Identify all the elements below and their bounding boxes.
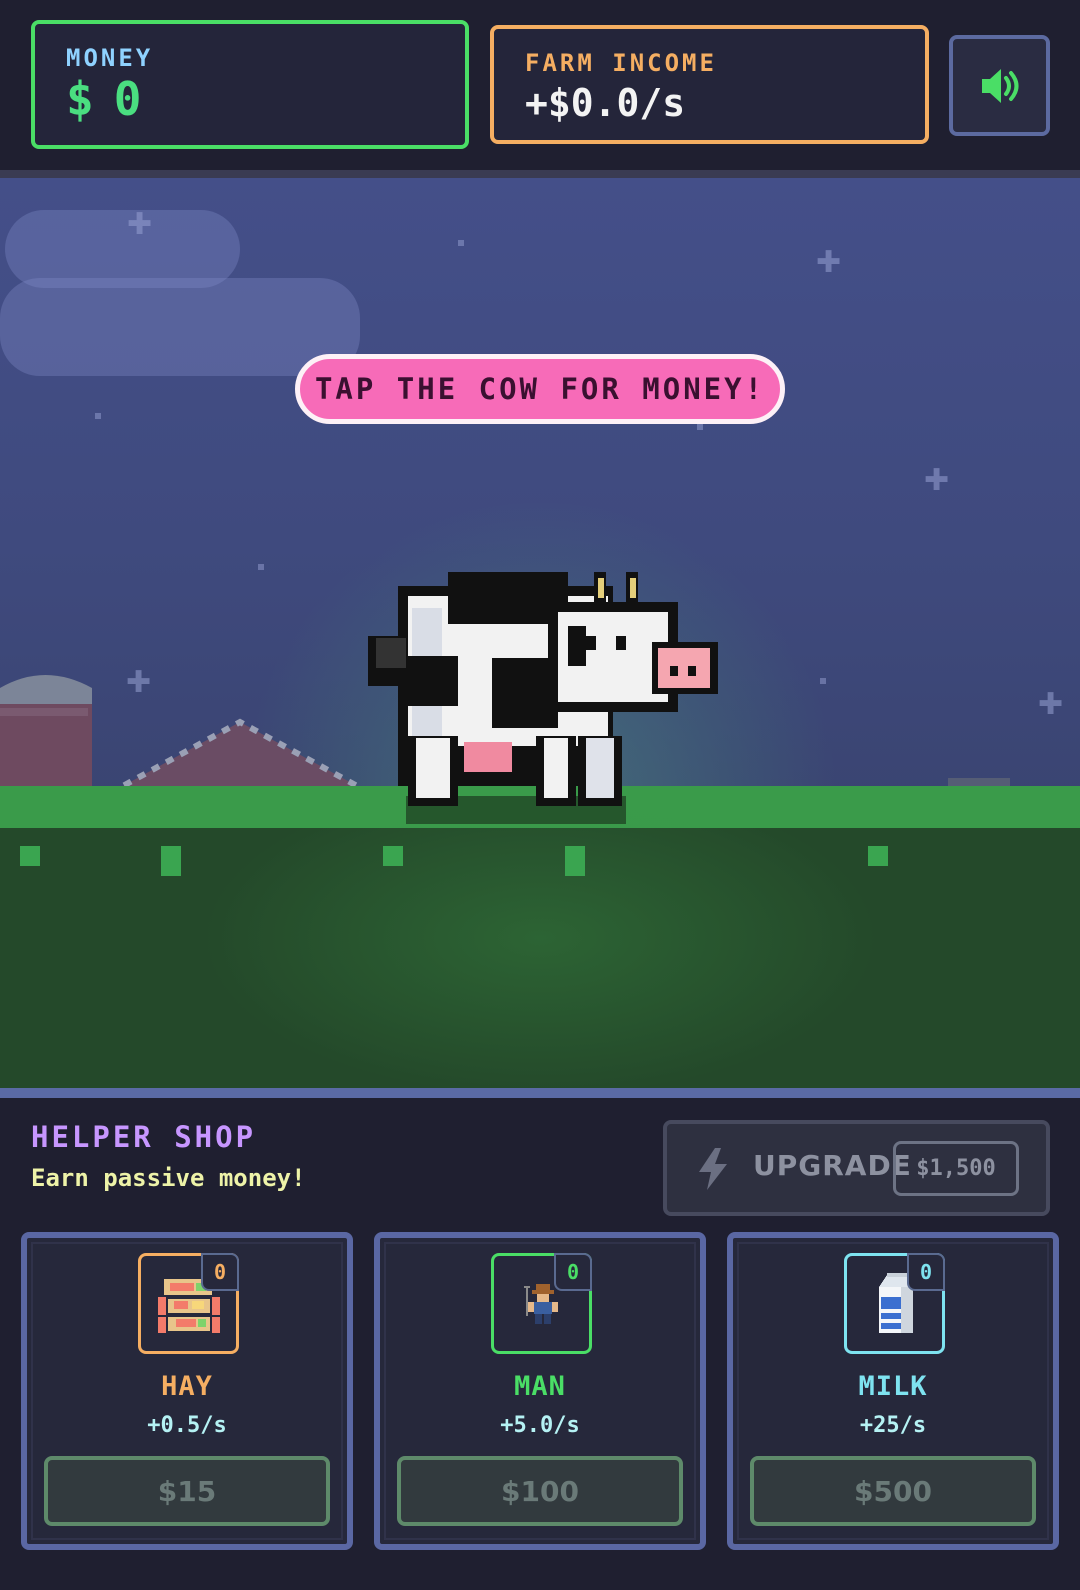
- cow-clicker[interactable]: [368, 566, 728, 828]
- helper-shop: HELPER SHOP Earn passive money! UPGRADE …: [0, 1098, 1080, 1590]
- money-currency: $: [66, 72, 96, 126]
- man-count: 0: [554, 1253, 592, 1291]
- scene-divider: [0, 1088, 1080, 1098]
- milk-count: 0: [907, 1253, 945, 1291]
- grass-tuft: [383, 846, 403, 866]
- upgrade-label: UPGRADE: [753, 1149, 912, 1182]
- farm-income-panel: FARM INCOME +$0.0/s: [490, 25, 929, 144]
- man-name: MAN: [514, 1371, 566, 1402]
- cloud: [0, 278, 360, 376]
- man-icon-frame: 0: [491, 1253, 592, 1354]
- grass-tuft: [565, 846, 585, 876]
- hay-count: 0: [201, 1253, 239, 1291]
- money-panel: MONEY $0: [31, 20, 469, 149]
- shop-title: HELPER SHOP: [31, 1120, 257, 1154]
- lightning-icon: [699, 1148, 727, 1190]
- man-rate: +5.0/s: [500, 1413, 580, 1438]
- upgrade-price: $1,500: [893, 1141, 1019, 1196]
- top-bar: MONEY $0 FARM INCOME +$0.0/s: [0, 0, 1080, 170]
- barn-silhouette: [0, 675, 372, 793]
- farm-scene: ✚ ✚ ✚ ✚ ✚ TAP THE COW FOR MONEY!: [0, 170, 1080, 1088]
- speaker-icon: [981, 68, 1018, 103]
- grass-tuft: [868, 846, 888, 866]
- fence-piece: [948, 778, 1010, 786]
- milk-name: MILK: [858, 1371, 928, 1402]
- star-icon: ✚: [816, 245, 842, 280]
- grass-tuft: [161, 846, 181, 876]
- hay-name: HAY: [161, 1371, 213, 1402]
- sound-toggle-button[interactable]: [949, 35, 1050, 136]
- star-dot: [258, 564, 264, 570]
- shop-card-milk[interactable]: 0 MILK +25/s $500: [727, 1232, 1059, 1550]
- farm-income-label: FARM INCOME: [525, 49, 717, 77]
- money-value: $0: [66, 72, 143, 126]
- star-icon: ✚: [1038, 687, 1064, 722]
- hay-buy-button[interactable]: $15: [44, 1456, 330, 1526]
- hay-rate: +0.5/s: [147, 1413, 227, 1438]
- farmer-icon: [523, 1283, 558, 1324]
- man-buy-button[interactable]: $100: [397, 1456, 683, 1526]
- star-icon: ✚: [127, 207, 153, 242]
- milk-icon-frame: 0: [844, 1253, 945, 1354]
- shop-subtitle: Earn passive money!: [31, 1164, 306, 1192]
- star-dot: [95, 413, 101, 419]
- star-dot: [697, 424, 703, 430]
- upgrade-button[interactable]: UPGRADE $1,500: [663, 1120, 1050, 1216]
- star-dot: [820, 678, 826, 684]
- tap-cow-banner: TAP THE COW FOR MONEY!: [295, 354, 785, 424]
- farm-income-value: +$0.0/s: [525, 81, 686, 125]
- shop-card-man[interactable]: 0 MAN +5.0/s $100: [374, 1232, 706, 1550]
- milk-buy-button[interactable]: $500: [750, 1456, 1036, 1526]
- shop-card-hay[interactable]: 0 HAY +0.5/s $15: [21, 1232, 353, 1550]
- cloud: [5, 210, 240, 288]
- star-icon: ✚: [924, 463, 950, 498]
- money-amount: 0: [113, 72, 144, 126]
- hay-icon-frame: 0: [138, 1253, 239, 1354]
- milk-rate: +25/s: [859, 1413, 927, 1438]
- money-label: MONEY: [66, 44, 154, 72]
- star-dot: [458, 240, 464, 246]
- grass-tuft: [20, 846, 40, 866]
